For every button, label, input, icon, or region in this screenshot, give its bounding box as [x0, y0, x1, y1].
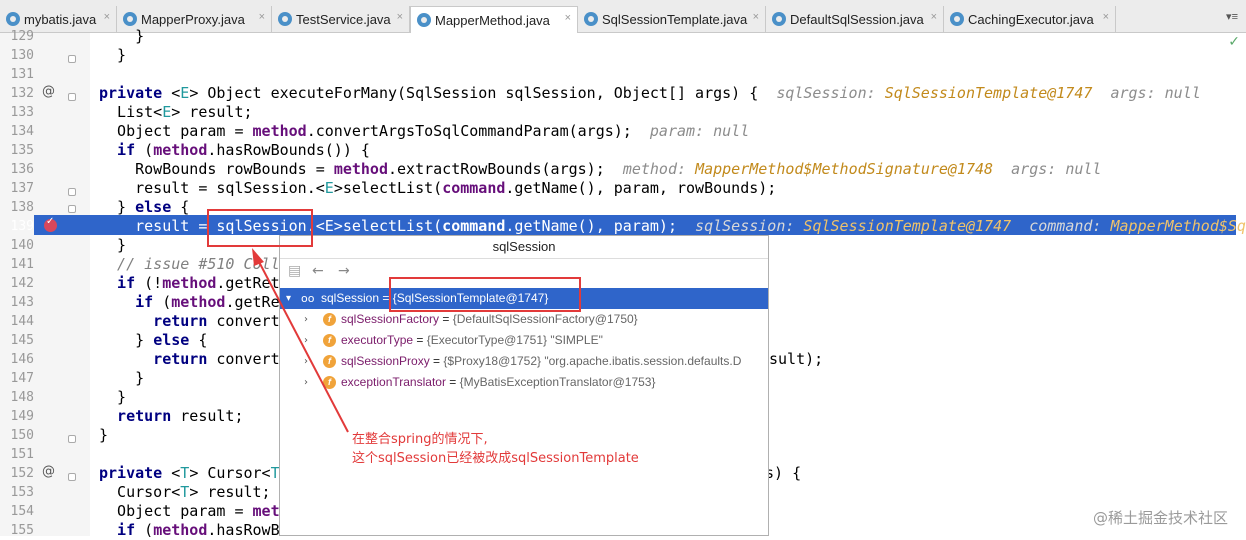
watermark: @稀土掘金技术社区: [1092, 509, 1228, 527]
annotation-note: 在整合spring的情况下, 这个sqlSession已经被改成sqlSessi…: [352, 432, 639, 466]
